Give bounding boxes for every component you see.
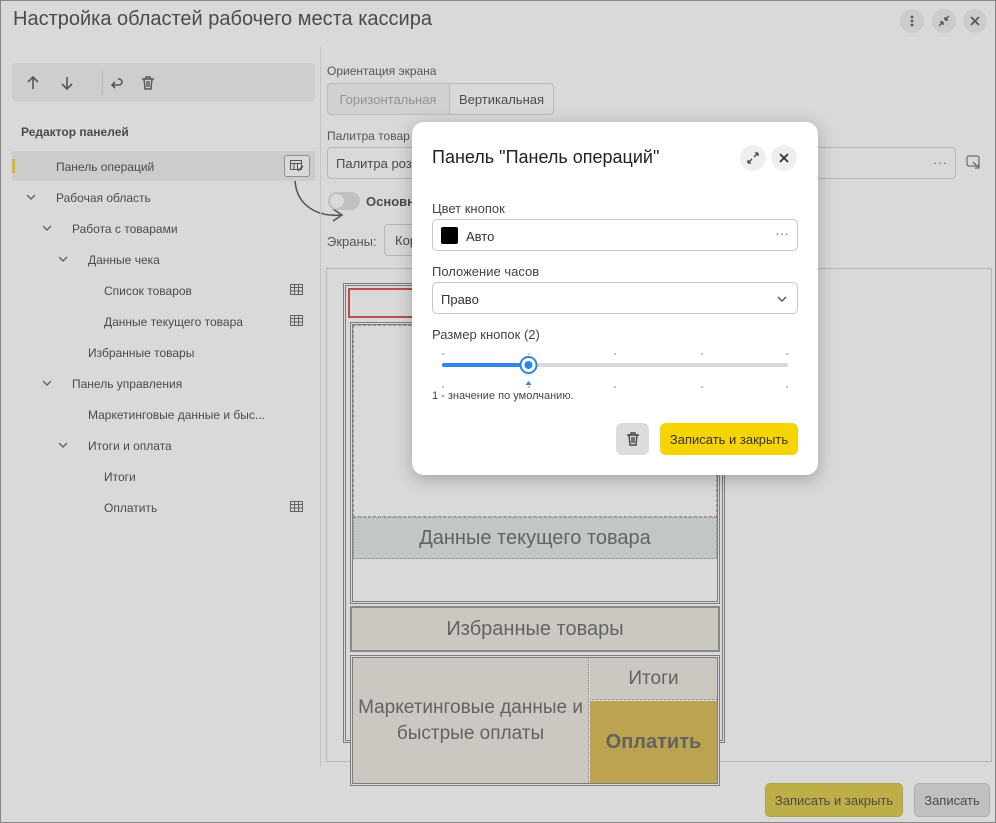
slider-tick xyxy=(701,353,703,355)
panel-settings-dialog: Панель "Панель операций" Цвет кнопок Авт… xyxy=(412,122,818,475)
button-size-slider[interactable] xyxy=(442,352,788,392)
more-icon[interactable]: ··· xyxy=(775,225,789,241)
close-icon xyxy=(779,153,789,163)
clock-position-label: Положение часов xyxy=(432,264,540,279)
slider-tick xyxy=(442,386,444,388)
slider-tick xyxy=(614,386,616,388)
color-swatch xyxy=(441,227,458,244)
button-color-field[interactable]: Авто ··· xyxy=(432,219,798,251)
slider-tick xyxy=(786,353,788,355)
default-value-hint: 1 - значение по умолчанию. xyxy=(432,390,574,402)
chevron-down-icon xyxy=(777,296,787,302)
button-color-value: Авто xyxy=(466,229,495,244)
dialog-expand-button[interactable] xyxy=(740,145,766,171)
slider-tick xyxy=(614,353,616,355)
trash-icon xyxy=(626,432,639,446)
dialog-close-button[interactable] xyxy=(771,145,797,171)
slider-tick xyxy=(701,386,703,388)
slider-fill xyxy=(442,363,529,367)
slider-tick xyxy=(528,353,530,355)
button-size-label: Размер кнопок (2) xyxy=(432,327,540,342)
dialog-save-and-close-button[interactable]: Записать и закрыть xyxy=(660,423,798,455)
slider-thumb[interactable] xyxy=(519,352,538,385)
dialog-title: Панель "Панель операций" xyxy=(432,147,660,167)
slider-tick xyxy=(528,386,530,388)
dialog-delete-button[interactable] xyxy=(616,423,649,455)
expand-icon xyxy=(747,152,759,164)
clock-position-select[interactable]: Право xyxy=(432,282,798,314)
clock-position-value: Право xyxy=(441,292,479,307)
slider-tick xyxy=(442,353,444,355)
slider-tick xyxy=(786,386,788,388)
slider-ticks xyxy=(442,353,788,388)
button-color-label: Цвет кнопок xyxy=(432,201,505,216)
